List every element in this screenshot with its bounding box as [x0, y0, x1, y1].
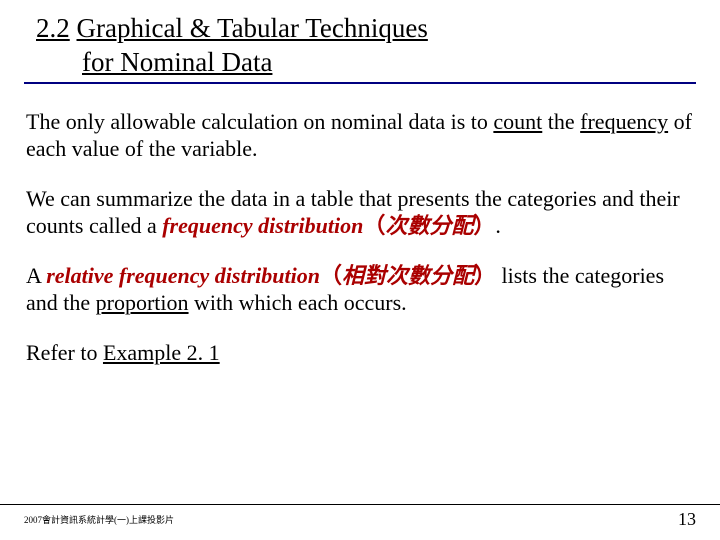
p1-frequency: frequency — [580, 109, 668, 134]
p1-text-a: The only allowable calculation on nomina… — [26, 109, 493, 134]
p3-paren-open: （ — [320, 263, 342, 288]
title-text-2: for Nominal Data — [82, 47, 272, 77]
p3-zh: 相對次數分配 — [342, 263, 474, 288]
section-number: 2.2 — [36, 13, 70, 43]
page-number: 13 — [678, 509, 696, 530]
example-link[interactable]: Example 2. 1 — [103, 340, 220, 365]
paragraph-1: The only allowable calculation on nomina… — [26, 108, 694, 163]
slide-title: 2.2 Graphical & Tabular Techniques for N… — [24, 12, 696, 84]
p2-paren-close: ） — [473, 213, 495, 238]
p2-zh: 次數分配 — [385, 213, 473, 238]
p4-text-a: Refer to — [26, 340, 103, 365]
p1-count: count — [493, 109, 542, 134]
p3-paren-close: ） — [474, 263, 496, 288]
title-line-2: for Nominal Data — [24, 46, 696, 80]
p2-term: frequency distribution — [162, 213, 363, 238]
p3-text-a: A — [26, 263, 46, 288]
p1-text-b: the — [542, 109, 580, 134]
p2-period: . — [495, 213, 501, 238]
title-text-1: Graphical & Tabular Techniques — [77, 13, 428, 43]
title-line-1: 2.2 Graphical & Tabular Techniques — [24, 12, 696, 46]
p3-proportion: proportion — [96, 290, 189, 315]
footer-left-text: 2007會計資訊系統計學(一)上課投影片 — [24, 513, 174, 526]
p2-paren-open: （ — [363, 213, 385, 238]
paragraph-4: Refer to Example 2. 1 — [26, 339, 694, 367]
p3-text-c: with which each occurs. — [189, 290, 407, 315]
paragraph-3: A relative frequency distribution（相對次數分配… — [26, 262, 694, 317]
slide: 2.2 Graphical & Tabular Techniques for N… — [0, 0, 720, 540]
slide-body: The only allowable calculation on nomina… — [24, 108, 696, 367]
p3-term: relative frequency distribution — [46, 263, 320, 288]
paragraph-2: We can summarize the data in a table tha… — [26, 185, 694, 240]
slide-footer: 2007會計資訊系統計學(一)上課投影片 13 — [0, 504, 720, 530]
